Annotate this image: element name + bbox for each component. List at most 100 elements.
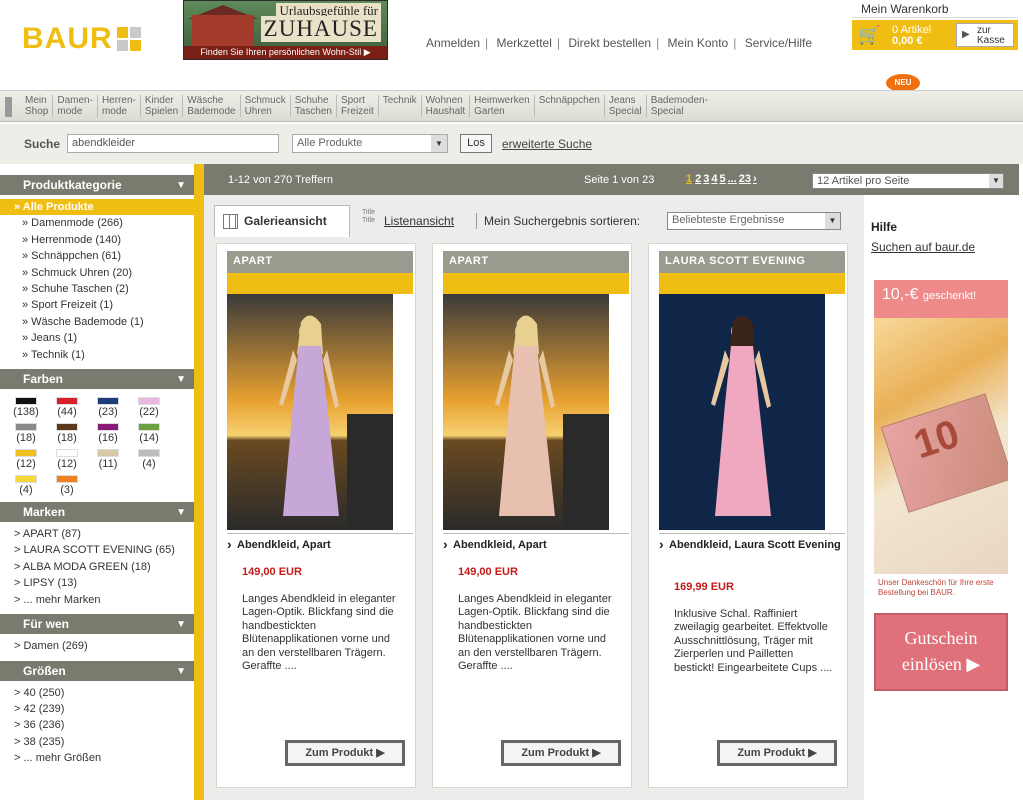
link-login[interactable]: Anmelden (426, 36, 480, 50)
to-product-button[interactable]: Zum Produkt ▶ (285, 740, 405, 766)
next-page-icon[interactable]: › (753, 173, 757, 185)
category-item[interactable]: » Schnäppchen (61) (0, 248, 194, 264)
color-swatch[interactable]: (44) (49, 397, 85, 418)
nav-item-my-shop[interactable]: Mein Shop (25, 95, 54, 117)
brand-item[interactable]: > LIPSY (13) (0, 575, 194, 591)
category-item[interactable]: » Herrenmode (140) (0, 232, 194, 248)
color-swatch[interactable]: (11) (90, 449, 126, 470)
brands-header[interactable]: Marken ▼ (0, 502, 194, 523)
product-brand[interactable]: LAURA SCOTT EVENING (659, 251, 845, 273)
color-swatch[interactable]: (16) (90, 423, 126, 444)
cart-title[interactable]: Mein Warenkorb (852, 0, 1018, 18)
product-image[interactable] (659, 294, 825, 530)
nav-item-tech[interactable]: Technik (383, 95, 422, 117)
to-product-button[interactable]: Zum Produkt ▶ (501, 740, 621, 766)
for-whom-item[interactable]: > Damen (269) (0, 638, 194, 654)
link-account[interactable]: Mein Konto (668, 36, 729, 50)
nav-item-bargains[interactable]: Schnäppchen (539, 95, 605, 117)
color-swatch[interactable]: (18) (8, 423, 44, 444)
category-item[interactable]: » Alle Produkte (0, 199, 194, 216)
color-swatch[interactable]: (14) (131, 423, 167, 444)
colors-header[interactable]: Farben ▼ (0, 369, 194, 390)
collapse-icon[interactable]: ▼ (176, 370, 186, 390)
collapse-icon[interactable]: ▼ (176, 176, 186, 196)
promo-banner[interactable]: Urlaubsgefühle für ZUHAUSE Finden Sie Ih… (183, 0, 388, 60)
redeem-voucher-button[interactable]: Gutschein einlösen ▶ (874, 613, 1008, 691)
size-item[interactable]: > 42 (239) (0, 701, 194, 717)
nav-item-shoes[interactable]: Schuhe Taschen (295, 95, 337, 117)
size-item[interactable]: > 40 (250) (0, 685, 194, 701)
more-sizes-link[interactable]: > ... mehr Größen (0, 750, 194, 766)
page-link[interactable]: 3 (703, 173, 709, 185)
nav-item-jewelry[interactable]: Schmuck Uhren (245, 95, 291, 117)
more-brands-link[interactable]: > ... mehr Marken (0, 592, 194, 608)
color-swatch[interactable]: (12) (8, 449, 44, 470)
size-item[interactable]: > 38 (235) (0, 734, 194, 750)
product-image[interactable] (227, 294, 393, 530)
cart-box[interactable]: 🛒 0 Artikel 0,00 € zur Kasse (852, 20, 1018, 50)
link-wishlist[interactable]: Merkzettel (497, 36, 552, 50)
checkout-button[interactable]: zur Kasse (956, 23, 1014, 47)
link-direct-order[interactable]: Direkt bestellen (568, 36, 651, 50)
sort-select[interactable]: Beliebteste Ergebnisse (667, 212, 841, 230)
product-name[interactable]: Abendkleid, Apart (443, 537, 629, 552)
page-link-last[interactable]: 23 (739, 173, 751, 185)
sizes-header[interactable]: Größen ▼ (0, 660, 194, 682)
category-item[interactable]: » Schmuck Uhren (20) (0, 265, 194, 281)
nav-item-women[interactable]: Damen- mode (57, 95, 98, 117)
product-name[interactable]: Abendkleid, Apart (227, 537, 413, 552)
page-link[interactable]: 4 (711, 173, 717, 185)
category-item[interactable]: » Damenmode (266) (0, 215, 194, 231)
product-brand[interactable]: APART (443, 251, 629, 273)
search-go-button[interactable]: Los (460, 134, 492, 153)
brand-item[interactable]: > APART (87) (0, 526, 194, 542)
to-product-button[interactable]: Zum Produkt ▶ (717, 740, 837, 766)
color-swatch[interactable]: (138) (8, 397, 44, 418)
search-input[interactable]: abendkleider (67, 134, 279, 153)
nav-item-jeans[interactable]: Jeans Special (609, 95, 647, 117)
color-swatch[interactable]: (12) (49, 449, 85, 470)
nav-item-swimwear[interactable]: Bademoden- Special (651, 95, 712, 117)
nav-item-kids[interactable]: Kinder Spielen (145, 95, 184, 117)
color-swatch[interactable]: (3) (49, 475, 85, 496)
link-service[interactable]: Service/Hilfe (745, 36, 812, 50)
category-header[interactable]: Produktkategorie ▼ (0, 175, 194, 195)
nav-item-sport[interactable]: Sport Freizeit (341, 95, 379, 117)
tab-gallery-view[interactable]: Galerieansicht (214, 205, 350, 237)
for-whom-header[interactable]: Für wen ▼ (0, 614, 194, 635)
product-image[interactable] (443, 294, 609, 530)
nav-item-diy[interactable]: Heimwerken Garten (474, 95, 535, 117)
color-swatch[interactable]: (18) (49, 423, 85, 444)
voucher-ad[interactable]: 10,-€ geschenkt! 10 Unser Dankeschön für… (874, 280, 1008, 692)
per-page-select[interactable]: 12 Artikel pro Seite (812, 173, 1004, 189)
search-category-select[interactable]: Alle Produkte (292, 134, 448, 153)
category-item[interactable]: » Schuhe Taschen (2) (0, 281, 194, 297)
brand-item[interactable]: > LAURA SCOTT EVENING (65) (0, 542, 194, 558)
page-link[interactable]: 2 (695, 173, 701, 185)
color-swatch[interactable]: (4) (8, 475, 44, 496)
category-item[interactable]: » Technik (1) (0, 347, 194, 363)
collapse-icon[interactable]: ▼ (176, 503, 186, 523)
nav-item-home[interactable]: Wohnen Haushalt (426, 95, 471, 117)
collapse-icon[interactable]: ▼ (176, 662, 186, 682)
baur-logo[interactable]: BAUR (22, 22, 162, 56)
color-swatch[interactable]: (22) (131, 397, 167, 418)
product-name[interactable]: Abendkleid, Laura Scott Evening (659, 537, 845, 552)
color-swatch[interactable]: (23) (90, 397, 126, 418)
tab-list-view[interactable]: Listenansicht (384, 214, 454, 228)
color-swatch[interactable]: (4) (131, 449, 167, 470)
category-item[interactable]: » Sport Freizeit (1) (0, 297, 194, 313)
page-link[interactable]: 5 (720, 173, 726, 185)
brand-item[interactable]: > ALBA MODA GREEN (18) (0, 559, 194, 575)
product-brand[interactable]: APART (227, 251, 413, 273)
nav-item-lingerie[interactable]: Wäsche Bademode (187, 95, 241, 117)
category-item[interactable]: » Wäsche Bademode (1) (0, 314, 194, 330)
category-item[interactable]: » Jeans (1) (0, 330, 194, 346)
size-item[interactable]: > 36 (236) (0, 717, 194, 733)
page-link-current[interactable]: 1 (686, 173, 692, 185)
advanced-search-link[interactable]: erweiterte Suche (502, 137, 592, 151)
nav-item-men[interactable]: Herren- mode (102, 95, 141, 117)
collapse-icon[interactable]: ▼ (176, 615, 186, 635)
list-view-icon[interactable]: Title Title (362, 209, 380, 225)
help-link[interactable]: Suchen auf baur.de (871, 240, 975, 254)
